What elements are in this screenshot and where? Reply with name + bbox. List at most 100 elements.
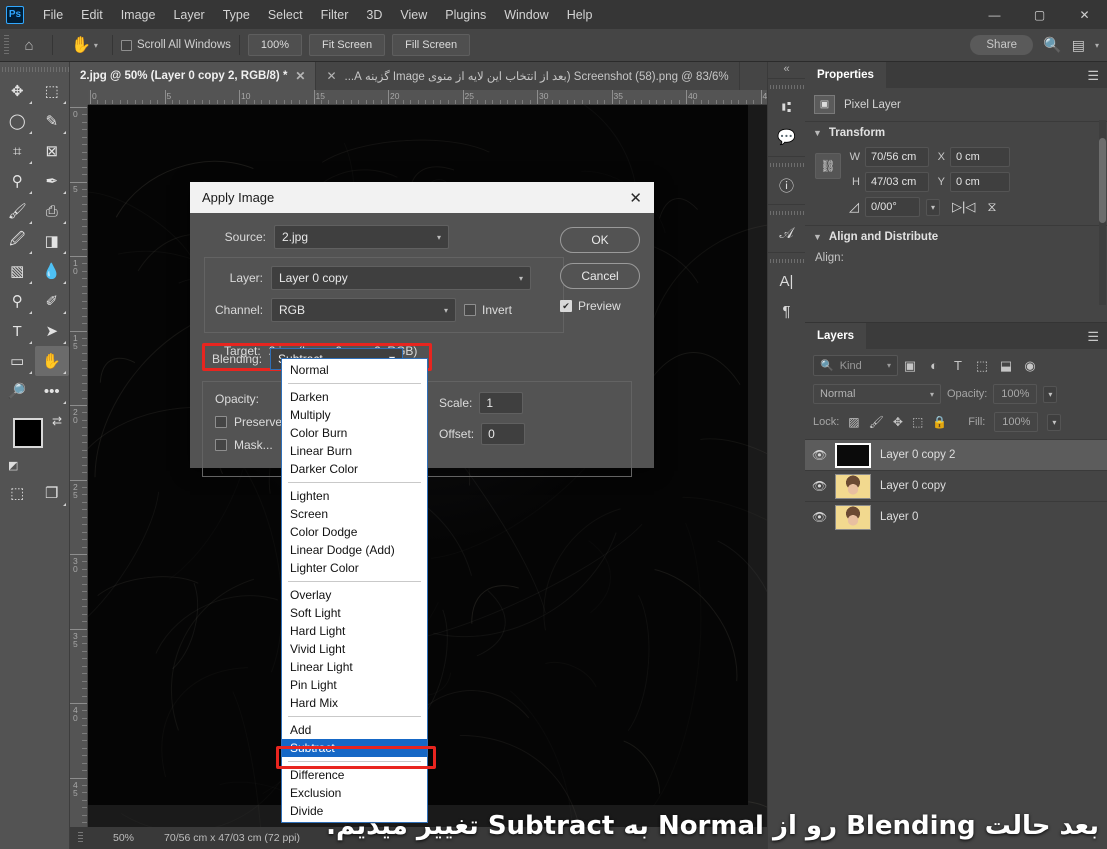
chevron-down-icon[interactable]: ▾ <box>94 41 98 50</box>
minimize-button[interactable]: — <box>972 0 1017 29</box>
tab-2jpg[interactable]: 2.jpg @ 50% (Layer 0 copy 2, RGB/8) * ✕ <box>70 62 317 90</box>
menu-item-screen[interactable]: Screen <box>282 505 427 523</box>
libraries-icon[interactable]: ⑆ <box>768 92 805 122</box>
swap-colors-icon[interactable]: ⇄ <box>52 414 62 428</box>
default-colors-icon[interactable]: ◩ <box>8 459 18 472</box>
chevron-down-icon[interactable]: ▾ <box>1047 413 1062 431</box>
hand-tool[interactable]: ✋ <box>34 346 69 376</box>
zoom-100-button[interactable]: 100% <box>247 34 303 56</box>
filter-pixel-icon[interactable]: ▣ <box>898 358 922 374</box>
menu-item-linear-light[interactable]: Linear Light <box>282 658 427 676</box>
rail-grip[interactable] <box>768 209 805 216</box>
filter-smart-object-icon[interactable]: ⬓ <box>994 358 1018 374</box>
fill-value[interactable]: 100% <box>994 412 1039 432</box>
menu-item-lighten[interactable]: Lighten <box>282 487 427 505</box>
share-button[interactable]: Share <box>970 35 1034 55</box>
foreground-color-swatch[interactable] <box>13 418 43 448</box>
menu-file[interactable]: File <box>34 3 72 27</box>
collapse-rail-icon[interactable]: « <box>768 62 805 78</box>
menu-item-difference[interactable]: Difference <box>282 766 427 784</box>
layer-blend-mode-select[interactable]: Normal ▾ <box>813 384 941 404</box>
toolbar-grip[interactable] <box>0 62 69 76</box>
dodge-tool[interactable]: ⚲ <box>0 286 35 316</box>
menu-item-linear-burn[interactable]: Linear Burn <box>282 442 427 460</box>
filter-type-icon[interactable]: T <box>946 358 970 373</box>
chevron-down-icon[interactable]: ▾ <box>444 306 448 315</box>
lasso-tool[interactable]: ◯ <box>0 106 35 136</box>
eye-icon[interactable]: 👁 <box>812 479 827 493</box>
layer-thumbnail[interactable] <box>835 504 871 530</box>
menu-item-vivid-light[interactable]: Vivid Light <box>282 640 427 658</box>
close-button[interactable]: ✕ <box>1062 0 1107 29</box>
table-row[interactable]: 👁 Layer 0 <box>805 501 1107 532</box>
mask-row[interactable]: Mask... <box>215 438 282 452</box>
filter-kind-select[interactable]: 🔍 Kind ▾ <box>813 355 898 376</box>
tab-layers[interactable]: Layers <box>805 323 867 349</box>
lock-transparent-pixels-icon[interactable]: ▨ <box>848 415 859 429</box>
menu-image[interactable]: Image <box>112 3 165 27</box>
screen-mode-icon[interactable]: ❐ <box>35 478 70 508</box>
spot-healing-brush-tool[interactable]: ✒ <box>35 166 70 196</box>
menu-edit[interactable]: Edit <box>72 3 112 27</box>
fit-screen-button[interactable]: Fit Screen <box>309 34 386 56</box>
chevron-down-icon[interactable]: ▾ <box>930 390 934 399</box>
status-bar-grip[interactable] <box>78 832 83 844</box>
menu-item-color-burn[interactable]: Color Burn <box>282 424 427 442</box>
menu-item-darker-color[interactable]: Darker Color <box>282 460 427 478</box>
offset-input[interactable]: 0 <box>481 423 526 445</box>
fill-screen-button[interactable]: Fill Screen <box>392 34 471 56</box>
blur-tool[interactable]: 💧 <box>35 256 70 286</box>
chevron-down-icon[interactable]: ▼ <box>813 232 822 242</box>
history-brush-tool[interactable]: 🖉 <box>0 226 35 256</box>
zoom-tool[interactable]: 🔎 <box>0 376 35 406</box>
menu-plugins[interactable]: Plugins <box>436 3 495 27</box>
tab-properties[interactable]: Properties <box>805 62 886 88</box>
chevron-down-icon[interactable]: ▾ <box>926 198 941 216</box>
character-icon[interactable]: A| <box>768 266 805 296</box>
comments-icon[interactable]: 💬 <box>768 122 805 152</box>
menu-view[interactable]: View <box>391 3 436 27</box>
menu-item-subtract[interactable]: Subtract <box>282 739 427 757</box>
transform-section-header[interactable]: ▼ Transform <box>805 121 1107 144</box>
menu-filter[interactable]: Filter <box>312 3 358 27</box>
workspace-icon[interactable]: ▤ <box>1072 37 1085 54</box>
chevron-down-icon[interactable]: ▾ <box>519 274 523 283</box>
menu-item-soft-light[interactable]: Soft Light <box>282 604 427 622</box>
angle-input[interactable]: 0/00° <box>865 197 920 217</box>
x-input[interactable]: 0 cm <box>950 147 1010 167</box>
active-tool-preset[interactable]: ✋ ▾ <box>65 35 104 55</box>
menu-item-multiply[interactable]: Multiply <box>282 406 427 424</box>
source-select[interactable]: 2.jpg ▾ <box>274 225 449 249</box>
chevron-down-icon[interactable]: ▾ <box>887 361 891 370</box>
dialog-titlebar[interactable]: Apply Image ✕ <box>190 182 654 213</box>
menu-item-hard-mix[interactable]: Hard Mix <box>282 694 427 712</box>
tab-screenshot58[interactable]: Screenshot (58).png @ 83/6% (بعد از انتخ… <box>316 62 740 90</box>
flip-horizontal-icon[interactable]: ▷|◁ <box>952 199 975 215</box>
table-row[interactable]: 👁 Layer 0 copy 2 <box>805 439 1107 470</box>
quick-mask-icon[interactable]: ⬚ <box>0 478 35 508</box>
chevron-down-icon[interactable]: ▾ <box>1095 41 1099 50</box>
channel-select[interactable]: RGB ▾ <box>271 298 456 322</box>
width-input[interactable]: 70/56 cm <box>865 147 929 167</box>
lock-all-icon[interactable]: 🔒 <box>932 415 947 429</box>
quick-selection-tool[interactable]: ✎ <box>35 106 70 136</box>
more-tools[interactable]: ••• <box>35 376 70 406</box>
preserve-transparency-row[interactable]: Preserve <box>215 415 282 429</box>
lock-image-pixels-icon[interactable]: 🖌 <box>869 415 884 429</box>
invert-checkbox[interactable]: Invert <box>464 303 512 317</box>
path-selection-tool[interactable]: ➤ <box>35 316 70 346</box>
glyphs-icon[interactable]: 𝒜 <box>768 218 805 248</box>
rail-grip[interactable] <box>768 83 805 90</box>
type-tool[interactable]: T <box>0 316 35 346</box>
vertical-ruler[interactable]: 0 5 10 15 20 25 30 35 40 45 <box>70 105 88 827</box>
scroll-all-windows-checkbox[interactable]: Scroll All Windows <box>120 39 231 51</box>
panel-menu-icon[interactable]: ☰ <box>1087 68 1099 84</box>
menu-item-hard-light[interactable]: Hard Light <box>282 622 427 640</box>
crop-tool[interactable]: ⌗ <box>0 136 35 166</box>
panel-menu-icon[interactable]: ☰ <box>1087 329 1099 345</box>
cancel-button[interactable]: Cancel <box>560 263 640 289</box>
menu-help[interactable]: Help <box>558 3 602 27</box>
move-tool[interactable]: ✥ <box>0 76 35 106</box>
menu-type[interactable]: Type <box>214 3 259 27</box>
menu-layer[interactable]: Layer <box>164 3 213 27</box>
